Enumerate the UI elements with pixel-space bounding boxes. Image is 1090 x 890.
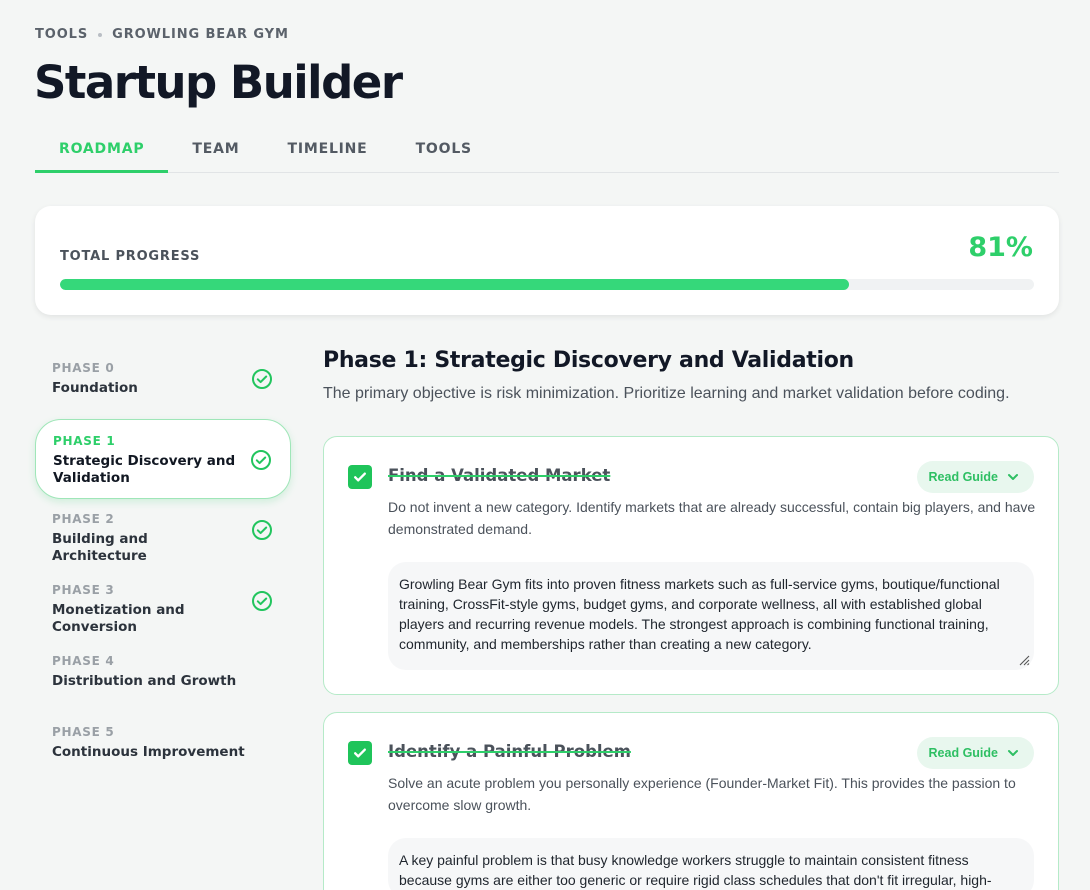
phase-list: PHASE 0 Foundation PHASE 1 Strategic Dis… (35, 348, 291, 783)
phase-name: Continuous Improvement (52, 744, 245, 760)
resize-grip-icon[interactable] (1018, 654, 1030, 666)
chevron-down-icon (1008, 474, 1018, 480)
page-title: Startup Builder (34, 56, 403, 109)
phase-detail: Phase 1: Strategic Discovery and Validat… (323, 348, 1059, 890)
phase-item-4[interactable]: PHASE 4 Distribution and Growth (35, 641, 291, 712)
progress-card: TOTAL PROGRESS 81% (35, 206, 1059, 315)
task-checkbox[interactable] (348, 741, 372, 765)
checkmark-icon (354, 748, 366, 758)
phase-description: The primary objective is risk minimizati… (323, 385, 1010, 402)
breadcrumb: TOOLS GROWLING BEAR GYM (35, 27, 289, 42)
check-circle-icon (252, 520, 272, 540)
task-notes-text: A key painful problem is that busy knowl… (399, 852, 992, 888)
phase-item-2[interactable]: PHASE 2 Building and Architecture (35, 499, 291, 570)
progress-percentage: 81% (968, 232, 1033, 263)
task-description: Do not invent a new category. Identify m… (388, 499, 1036, 537)
breadcrumb-root[interactable]: TOOLS (35, 27, 88, 42)
check-circle-icon (252, 591, 272, 611)
task-notes-textarea[interactable]: A key painful problem is that busy knowl… (388, 838, 1034, 890)
phase-name: Monetization and Conversion (52, 602, 185, 635)
phase-name: Foundation (52, 380, 138, 396)
read-guide-label: Read Guide (928, 746, 998, 760)
breadcrumb-separator (98, 32, 103, 37)
checkmark-icon (354, 472, 366, 482)
breadcrumb-current: GROWLING BEAR GYM (112, 27, 289, 42)
task-notes-text: Growling Bear Gym fits into proven fitne… (399, 576, 1000, 652)
task-notes-textarea[interactable]: Growling Bear Gym fits into proven fitne… (388, 562, 1034, 670)
tab-bar: ROADMAP TEAM TIMELINE TOOLS (35, 130, 1059, 173)
chevron-down-icon (1008, 750, 1018, 756)
phase-name: Distribution and Growth (52, 673, 237, 689)
progress-label: TOTAL PROGRESS (60, 249, 201, 264)
phase-number: PHASE 0 (52, 361, 115, 375)
phase-name: Strategic Discovery and Validation (53, 453, 236, 486)
phase-item-1[interactable]: PHASE 1 Strategic Discovery and Validati… (35, 419, 291, 499)
tab-timeline[interactable]: TIMELINE (263, 130, 391, 173)
progress-fill (60, 279, 849, 290)
phase-number: PHASE 3 (52, 583, 115, 597)
read-guide-button[interactable]: Read Guide (916, 461, 1034, 493)
task-checkbox[interactable] (348, 465, 372, 489)
task-card: Find a Validated Market Read Guide Do no… (323, 436, 1059, 695)
read-guide-button[interactable]: Read Guide (916, 737, 1034, 769)
tab-team[interactable]: TEAM (168, 130, 263, 173)
phase-name: Building and Architecture (52, 531, 148, 564)
progress-track (60, 279, 1034, 290)
phase-number: PHASE 2 (52, 512, 115, 526)
phase-item-0[interactable]: PHASE 0 Foundation (35, 348, 291, 419)
phase-number: PHASE 1 (53, 434, 116, 448)
task-description: Solve an acute problem you personally ex… (388, 775, 1016, 813)
phase-item-3[interactable]: PHASE 3 Monetization and Conversion (35, 570, 291, 641)
read-guide-label: Read Guide (928, 470, 998, 484)
phase-number: PHASE 4 (52, 654, 115, 668)
check-circle-icon (252, 369, 272, 389)
phase-item-5[interactable]: PHASE 5 Continuous Improvement (35, 712, 291, 783)
task-card: Identify a Painful Problem Read Guide So… (323, 712, 1059, 890)
tab-tools[interactable]: TOOLS (392, 130, 496, 173)
check-circle-icon (251, 450, 271, 470)
phase-title: Phase 1: Strategic Discovery and Validat… (323, 348, 854, 373)
phase-number: PHASE 5 (52, 725, 115, 739)
page: TOOLS GROWLING BEAR GYM Startup Builder … (0, 0, 1090, 890)
tab-roadmap[interactable]: ROADMAP (35, 130, 169, 173)
